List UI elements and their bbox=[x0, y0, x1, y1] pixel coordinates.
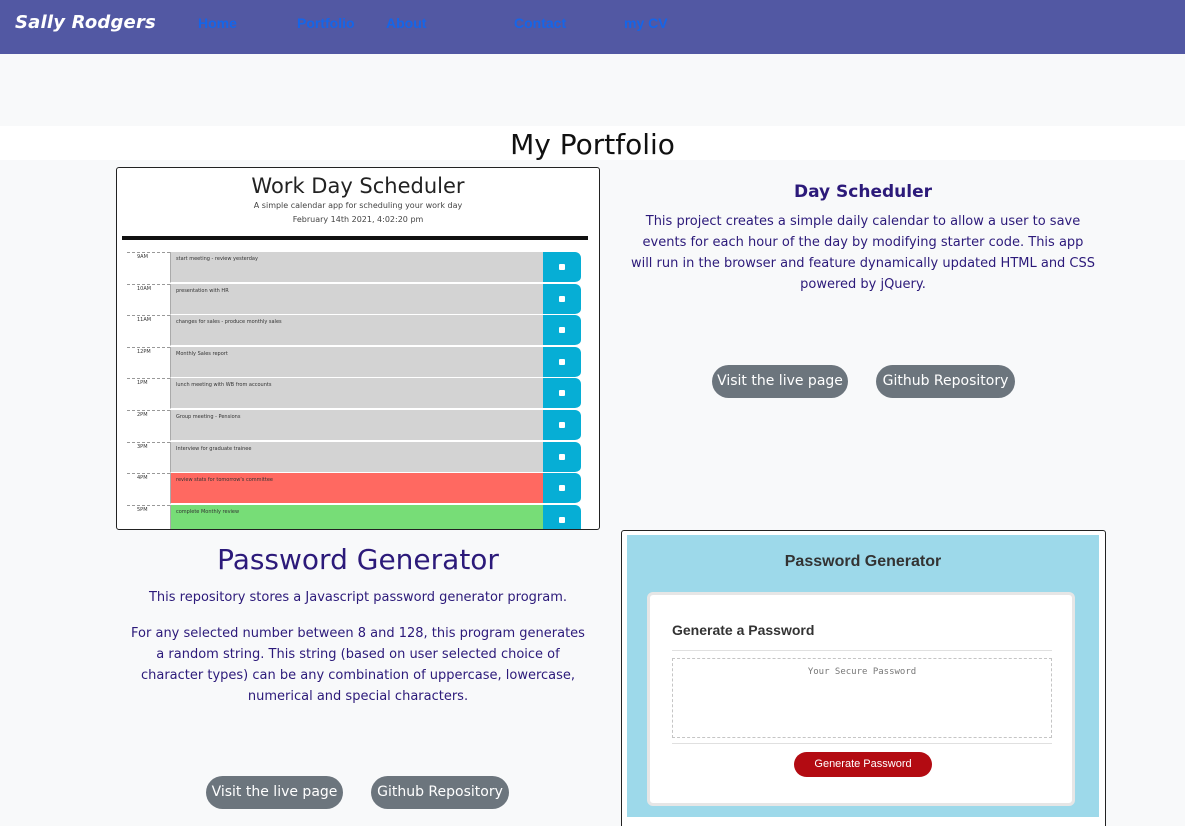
page-title: My Portfolio bbox=[510, 128, 675, 161]
scheduler-hour-label: 9AM bbox=[127, 252, 170, 283]
github-repo-button-scheduler[interactable]: Github Repository bbox=[876, 365, 1015, 398]
scheduler-row: 1PM lunch meeting with WB from accounts bbox=[127, 378, 583, 410]
password-preview-card: Generate a Password Your Secure Password… bbox=[647, 592, 1075, 806]
nav-link-home[interactable]: Home bbox=[198, 15, 237, 31]
project-title-day-scheduler: Day Scheduler bbox=[793, 182, 933, 202]
scheduler-hour-label: 5PM bbox=[127, 504, 170, 529]
floppy-disk-icon bbox=[559, 327, 565, 334]
password-generator-screenshot: Password Generator Generate a Password Y… bbox=[621, 530, 1106, 826]
scheduler-hour-label: 3PM bbox=[127, 441, 170, 473]
scheduler-row: 9AM start meeting - review yesterday bbox=[127, 252, 583, 283]
save-icon bbox=[543, 378, 581, 410]
scheduler-row: 11AM changes for sales - produce monthly … bbox=[127, 315, 583, 347]
nav-link-contact[interactable]: Contact bbox=[514, 15, 566, 31]
generate-password-button: Generate Password bbox=[794, 752, 932, 777]
scheduler-title: Work Day Scheduler bbox=[251, 174, 465, 198]
scheduler-hour-label: 1PM bbox=[127, 378, 170, 410]
scheduler-date: February 14th 2021, 4:02:20 pm bbox=[292, 215, 424, 224]
floppy-disk-icon bbox=[559, 485, 565, 492]
save-icon bbox=[543, 346, 581, 378]
scheduler-hour-label: 11AM bbox=[127, 315, 170, 347]
scheduler-event-text: review stats for tomorrow's committee bbox=[170, 473, 543, 505]
scheduler-row: 4PM review stats for tomorrow's committee bbox=[127, 473, 583, 505]
navbar: Sally Rodgers Home Portfolio About Conta… bbox=[0, 0, 1185, 54]
scheduler-row: 10AM presentation with HR bbox=[127, 283, 583, 315]
project-title-password-generator: Password Generator bbox=[217, 543, 499, 576]
scheduler-divider bbox=[122, 236, 588, 240]
nav-link-cv[interactable]: my CV bbox=[624, 15, 668, 31]
floppy-disk-icon bbox=[559, 358, 565, 365]
scheduler-event-text: presentation with HR bbox=[170, 283, 543, 315]
password-preview-header: Password Generator bbox=[784, 553, 942, 570]
scheduler-screenshot: Work Day Scheduler A simple calendar app… bbox=[116, 167, 600, 530]
visit-live-page-button-password[interactable]: Visit the live page bbox=[206, 776, 343, 809]
scheduler-hour-label: 10AM bbox=[127, 283, 170, 315]
save-icon bbox=[543, 473, 581, 505]
floppy-disk-icon bbox=[559, 516, 565, 523]
floppy-disk-icon bbox=[559, 422, 565, 428]
floppy-disk-icon bbox=[559, 390, 565, 397]
save-icon bbox=[543, 441, 581, 473]
scheduler-row: 5PM complete Monthly review bbox=[127, 504, 583, 529]
project-description-day-scheduler: This project creates a simple daily cale… bbox=[630, 214, 1096, 292]
floppy-disk-icon bbox=[559, 453, 565, 460]
divider bbox=[672, 743, 1052, 744]
save-icon bbox=[543, 315, 581, 347]
scheduler-event-text: Interview for graduate trainee bbox=[170, 441, 543, 473]
github-repo-button-password[interactable]: Github Repository bbox=[371, 776, 509, 809]
scheduler-event-text: lunch meeting with WB from accounts bbox=[170, 378, 543, 410]
scheduler-event-text: changes for sales - produce monthly sale… bbox=[170, 315, 543, 347]
save-icon bbox=[543, 283, 581, 315]
save-icon bbox=[543, 410, 581, 441]
save-icon bbox=[543, 504, 581, 529]
scheduler-row: 12PM Monthly Sales report bbox=[127, 346, 583, 378]
divider bbox=[672, 650, 1052, 651]
scheduler-event-text: Group meeting - Pensions bbox=[170, 410, 543, 441]
nav-link-portfolio[interactable]: Portfolio bbox=[297, 15, 355, 31]
password-output-field: Your Secure Password bbox=[672, 658, 1052, 738]
scheduler-event-text: Monthly Sales report bbox=[170, 346, 543, 378]
save-icon bbox=[543, 252, 581, 283]
scheduler-hour-label: 12PM bbox=[127, 346, 170, 378]
floppy-disk-icon bbox=[559, 295, 565, 302]
nav-link-about[interactable]: About bbox=[386, 15, 426, 31]
brand-logo[interactable]: Sally Rodgers bbox=[15, 12, 156, 33]
scheduler-event-text: start meeting - review yesterday bbox=[170, 252, 543, 283]
password-preview-background: Password Generator Generate a Password Y… bbox=[627, 535, 1099, 817]
scheduler-row: 2PM Group meeting - Pensions bbox=[127, 410, 583, 441]
scheduler-hour-label: 4PM bbox=[127, 473, 170, 505]
password-card-title: Generate a Password bbox=[672, 622, 815, 638]
scheduler-subtitle: A simple calendar app for scheduling you… bbox=[253, 201, 463, 210]
scheduler-event-text: complete Monthly review bbox=[170, 504, 543, 529]
project-description-password-generator-1: This repository stores a Javascript pass… bbox=[148, 590, 568, 605]
floppy-disk-icon bbox=[559, 264, 565, 270]
project-description-password-generator-2: For any selected number between 8 and 12… bbox=[131, 626, 585, 704]
scheduler-row: 3PM Interview for graduate trainee bbox=[127, 441, 583, 473]
scheduler-hour-label: 2PM bbox=[127, 410, 170, 441]
visit-live-page-button-scheduler[interactable]: Visit the live page bbox=[712, 365, 848, 398]
